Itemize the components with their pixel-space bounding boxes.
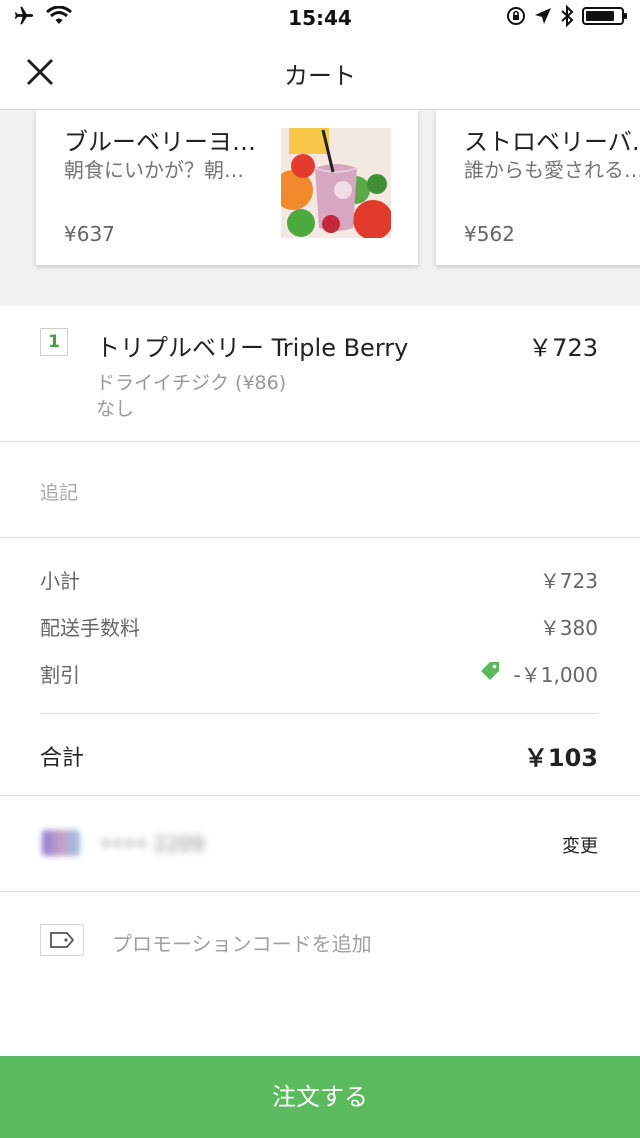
status-right <box>478 4 628 31</box>
item-price: ￥723 <box>528 334 598 362</box>
notes-field[interactable]: 追記 <box>0 442 640 538</box>
notes-placeholder: 追記 <box>40 482 79 504</box>
discount-row: 割引 -￥1,000 <box>40 658 598 688</box>
status-time: 15:44 <box>288 6 352 30</box>
location-arrow-icon <box>534 7 552 29</box>
item-name: トリプルベリー Triple Berry <box>96 334 409 362</box>
delivery-fee-label: 配送手数料 <box>40 615 140 640</box>
suggestion-price: ¥562 <box>464 222 515 246</box>
promo-code-label: プロモーションコードを追加 <box>112 932 372 956</box>
change-payment-button[interactable]: 変更 <box>562 832 598 858</box>
suggestion-title: ストロベリーバ… <box>464 128 640 156</box>
promo-tag-icon <box>40 924 84 956</box>
payment-method-row[interactable]: •••• 2209 変更 <box>0 796 640 892</box>
promo-code-row[interactable]: プロモーションコードを追加 <box>0 892 640 988</box>
subtotal-label: 小計 <box>40 568 80 593</box>
cart-item[interactable]: 1 トリプルベリー Triple Berry ￥723 ドライイチジク (¥86… <box>0 306 640 442</box>
order-summary: 小計 ￥723 配送手数料 ￥380 割引 -￥1,000 合計 ￥103 <box>0 538 640 796</box>
item-option: なし <box>96 398 135 420</box>
place-order-button[interactable]: 注文する <box>0 1056 640 1138</box>
total-value: ￥103 <box>523 744 598 772</box>
airplane-icon <box>12 5 36 31</box>
suggestion-price: ¥637 <box>64 222 115 246</box>
suggestion-carousel[interactable]: ブルーベリーヨ… 朝食にいかが？朝… ¥637 ストロベリーバ… 誰からも愛され… <box>0 110 640 306</box>
subtotal-value: ￥723 <box>539 568 598 593</box>
status-left <box>12 5 162 31</box>
discount-wrap: -￥1,000 <box>478 659 598 688</box>
suggestion-card[interactable]: ストロベリーバ… 誰からも愛される… ¥562 <box>436 110 640 265</box>
total-row: 合計 ￥103 <box>40 738 598 773</box>
discount-label: 割引 <box>40 662 80 687</box>
total-label: 合計 <box>40 745 85 771</box>
rotation-lock-icon <box>506 6 526 30</box>
suggestion-title: ブルーベリーヨ… <box>64 128 256 156</box>
nav-header: カート <box>0 36 640 110</box>
quantity-badge[interactable]: 1 <box>40 328 68 356</box>
status-bar: 15:44 <box>0 0 640 36</box>
bluetooth-icon <box>560 4 574 31</box>
credit-card-icon <box>42 830 80 856</box>
page-title: カート <box>284 62 356 90</box>
wifi-icon <box>46 5 72 30</box>
suggestion-description: 誰からも愛される… <box>464 158 640 182</box>
summary-divider <box>40 713 598 714</box>
subtotal-row: 小計 ￥723 <box>40 564 598 594</box>
suggestion-image <box>281 128 391 238</box>
suggestion-description: 朝食にいかが？朝… <box>64 158 244 182</box>
item-option: ドライイチジク (¥86) <box>96 372 287 394</box>
suggestion-card[interactable]: ブルーベリーヨ… 朝食にいかが？朝… ¥637 <box>36 110 418 265</box>
battery-icon <box>581 6 628 30</box>
delivery-fee-value: ￥380 <box>539 615 598 640</box>
price-tag-icon <box>478 659 502 688</box>
discount-value: -￥1,000 <box>513 662 598 687</box>
card-number: •••• 2209 <box>100 832 205 856</box>
delivery-fee-row: 配送手数料 ￥380 <box>40 611 598 641</box>
